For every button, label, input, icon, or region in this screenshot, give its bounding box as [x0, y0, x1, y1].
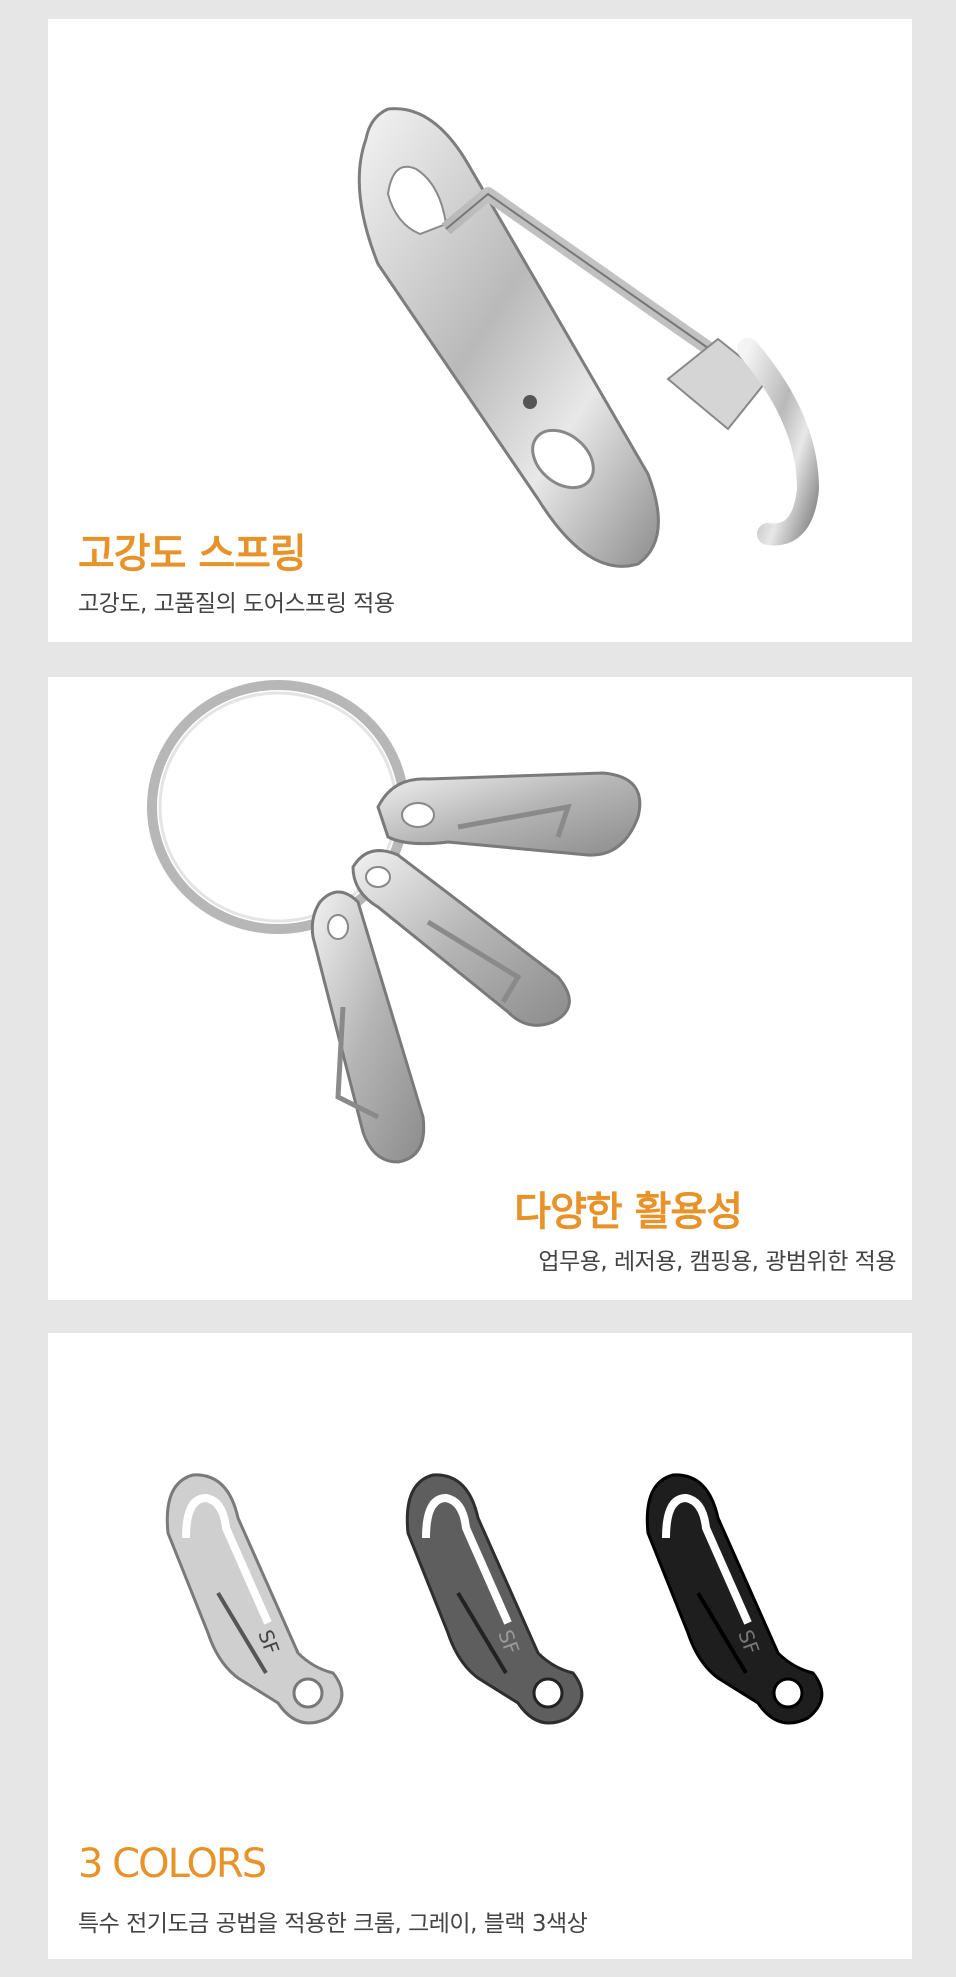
keyring-with-clips-image [147, 680, 642, 1164]
section-versatile-use: 다양한 활용성 업무용, 레저용, 캠핑용, 광범위한 적용 [48, 677, 912, 1300]
section-title: 고강도 스프링 [78, 531, 307, 577]
section-three-colors: SF SF SF 3 COLORS 특수 전기도금 공법을 적용한 크롬, 그레… [48, 1333, 912, 1959]
section-subtitle: 고강도, 고품질의 도어스프링 적용 [78, 591, 395, 617]
section-subtitle: 특수 전기도금 공법을 적용한 크롬, 그레이, 블랙 3색상 [78, 1911, 588, 1937]
black-clip: SF [645, 1473, 824, 1725]
section-title: 3 COLORS [78, 1841, 267, 1887]
chrome-clip: SF [165, 1473, 344, 1725]
section-title: 다양한 활용성 [514, 1189, 743, 1235]
gray-clip: SF [405, 1473, 584, 1725]
section-subtitle: 업무용, 레저용, 캠핑용, 광범위한 적용 [538, 1249, 896, 1275]
section-high-strength-spring: 고강도 스프링 고강도, 고품질의 도어스프링 적용 [48, 19, 912, 642]
